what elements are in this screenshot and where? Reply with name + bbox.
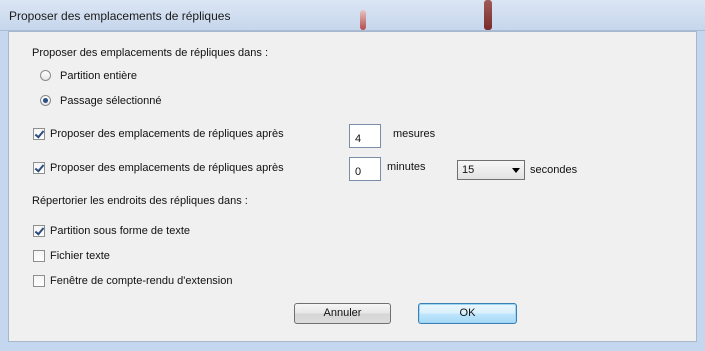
radio-selected-passage[interactable] — [40, 95, 51, 106]
seconds-unit: secondes — [530, 164, 578, 176]
ok-button[interactable]: OK — [418, 303, 517, 324]
plugin-window-checkbox[interactable] — [33, 275, 45, 287]
score-text-label[interactable]: Partition sous forme de texte — [50, 225, 190, 237]
section-heading-locations: Proposer des emplacements de répliques d… — [32, 47, 269, 59]
dialog-window: Proposer des emplacements de répliques P… — [0, 0, 705, 351]
minutes-unit: minutes — [387, 161, 426, 173]
time-checkbox[interactable] — [33, 162, 45, 174]
text-file-label[interactable]: Fichier texte — [50, 250, 110, 262]
radio-selected-passage-label[interactable]: Passage sélectionné — [60, 95, 162, 107]
window-title: Proposer des emplacements de répliques — [9, 9, 231, 23]
time-row-label[interactable]: Proposer des emplacements de répliques a… — [50, 162, 284, 174]
chevron-down-icon — [512, 168, 520, 173]
cancel-button[interactable]: Annuler — [294, 303, 391, 324]
plugin-window-label[interactable]: Fenêtre de compte-rendu d'extension — [50, 275, 233, 287]
text-file-checkbox[interactable] — [33, 250, 45, 262]
background-app-glimpse-icon — [484, 0, 492, 30]
minutes-input[interactable]: 0 — [349, 157, 381, 181]
measures-row-label[interactable]: Proposer des emplacements de répliques a… — [50, 128, 284, 140]
radio-entire-score-label[interactable]: Partition entière — [60, 70, 137, 82]
measures-unit: mesures — [393, 128, 436, 140]
radio-entire-score[interactable] — [40, 70, 51, 81]
background-app-glimpse-icon — [360, 10, 366, 30]
score-text-checkbox[interactable] — [33, 225, 45, 237]
measures-input[interactable]: 4 — [349, 124, 381, 148]
seconds-dropdown-value: 15 — [462, 164, 475, 176]
dialog-body: Proposer des emplacements de répliques d… — [8, 31, 697, 342]
seconds-dropdown[interactable]: 15 — [457, 160, 525, 180]
title-bar[interactable]: Proposer des emplacements de répliques — [0, 0, 705, 31]
measures-checkbox[interactable] — [33, 128, 45, 140]
section-heading-list: Répertorier les endroits des répliques d… — [32, 195, 248, 207]
window-bottom-border — [0, 343, 705, 351]
